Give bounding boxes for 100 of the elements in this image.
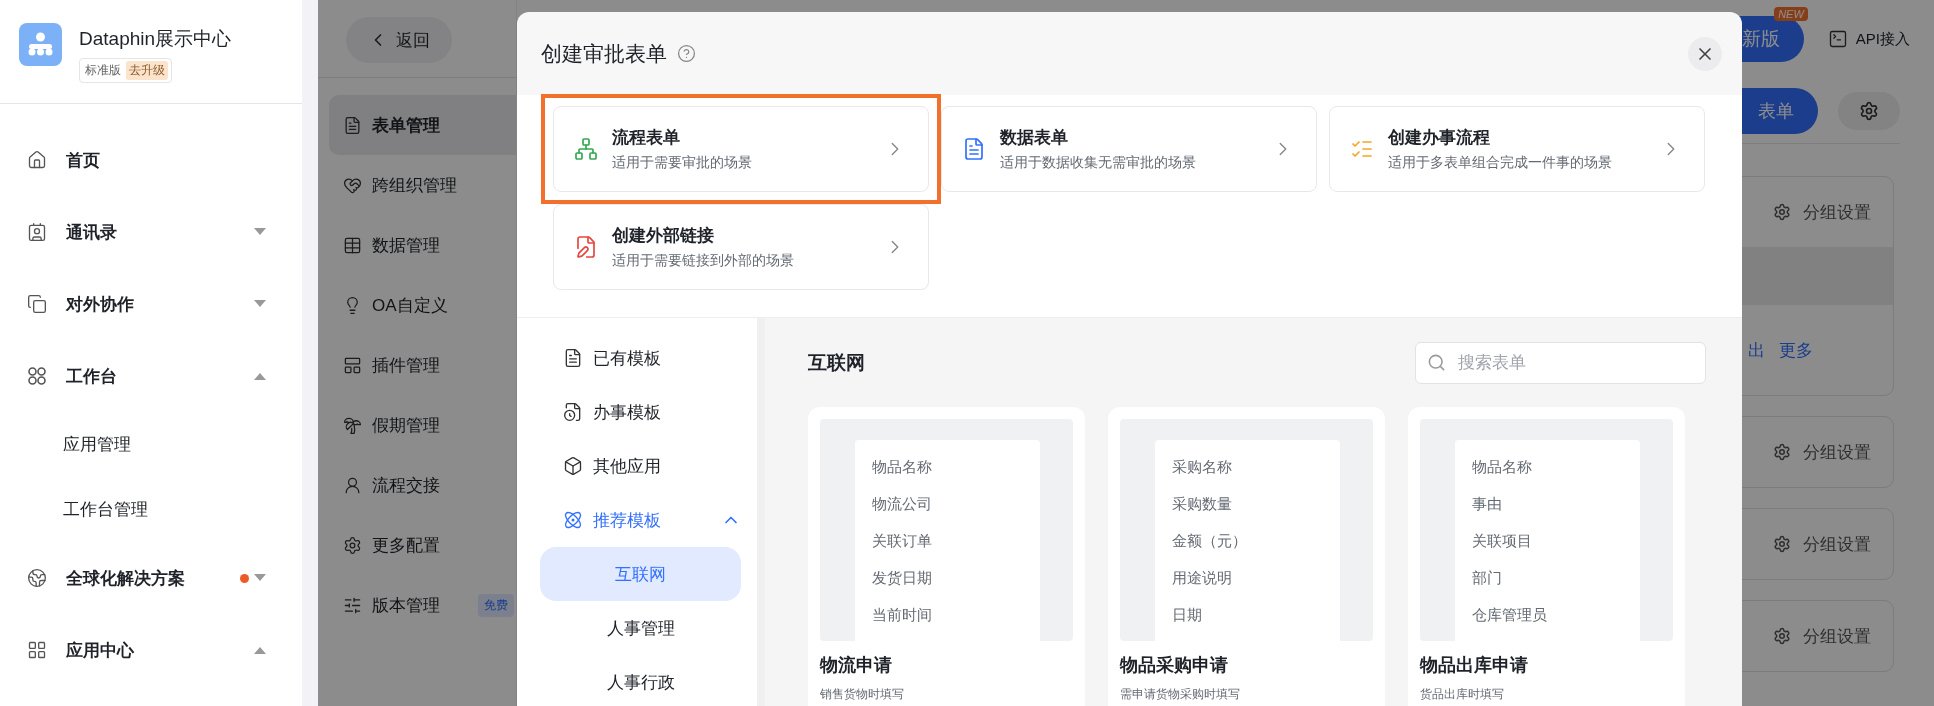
template-title: 物品出库申请 — [1420, 654, 1529, 677]
nav-item-label: 假期管理 — [372, 414, 440, 437]
document-icon — [962, 137, 986, 161]
form-type-title: 数据表单 — [1000, 127, 1069, 149]
logo-icon — [19, 23, 62, 66]
home-icon — [27, 150, 47, 170]
nav-item[interactable]: 假期管理 — [329, 395, 516, 455]
action-link[interactable]: 更多 — [1779, 338, 1813, 362]
nav-item[interactable]: 插件管理 — [329, 335, 516, 395]
preview-field-label: 物品名称 — [872, 457, 933, 477]
sidebar-item[interactable]: 首页 — [0, 124, 302, 196]
settings-icon — [1773, 535, 1791, 553]
nav-item[interactable]: 数据管理 — [329, 215, 516, 275]
template-subcategory[interactable]: 人事行政 — [540, 655, 741, 706]
nav-item-label: 跨组织管理 — [372, 174, 457, 197]
preview-field-label: 关联项目 — [1472, 531, 1533, 551]
action-link[interactable]: 出 — [1748, 338, 1765, 362]
form-type-title: 流程表单 — [612, 127, 681, 149]
form-type-card[interactable]: 创建外部链接 适用于需要链接到外部的场景 — [553, 204, 929, 290]
template-subcategory[interactable]: 人事管理 — [540, 601, 741, 655]
nav-item[interactable]: 版本管理 免费 — [329, 575, 516, 635]
form-type-card[interactable]: 数据表单 适用于数据收集无需审批的场景 — [941, 106, 1317, 192]
group-settings-link[interactable]: 分组设置 — [1773, 509, 1893, 579]
form-type-title: 创建办事流程 — [1388, 127, 1491, 149]
trial-badge: 免费 — [478, 593, 514, 617]
form-type-description: 适用于多表单组合完成一件事的场景 — [1388, 154, 1613, 172]
nav-item[interactable]: 表单管理 — [329, 95, 516, 155]
preview-field-label: 用途说明 — [1172, 568, 1233, 588]
category-heading: 互联网 — [808, 351, 865, 375]
preview-field-label: 当前时间 — [872, 605, 933, 625]
nav-item[interactable]: 流程交接 — [329, 455, 516, 515]
sidebar-item[interactable]: 应用中心 — [0, 614, 302, 686]
template-title: 物流申请 — [820, 654, 893, 677]
template-description: 销售货物时填写 — [820, 686, 905, 703]
preview-field-label: 日期 — [1172, 605, 1203, 625]
settings-icon — [1773, 203, 1791, 221]
dialog-title: 创建审批表单 — [541, 40, 667, 67]
document-clock-icon — [563, 402, 583, 422]
template-category[interactable]: 已有模板 — [540, 331, 741, 385]
close-button[interactable] — [1688, 36, 1722, 71]
search-field[interactable]: 搜索表单 — [1415, 342, 1706, 384]
atom-icon — [563, 510, 583, 530]
template-title: 物品采购申请 — [1120, 654, 1229, 677]
settings-icon — [343, 535, 362, 555]
template-card[interactable]: 物品名称 事由 关联项目 部门 仓库管理员 物品出库申请 货品出库时填写 — [1408, 407, 1685, 706]
group-settings-link[interactable]: 分组设置 — [1773, 177, 1893, 247]
group-settings-link[interactable]: 分组设置 — [1773, 601, 1893, 671]
preview-field-label: 金额（元） — [1172, 531, 1248, 551]
preview-field-label: 事由 — [1472, 494, 1503, 514]
panels-icon — [343, 355, 362, 375]
template-card[interactable]: 采购名称 采购数量 金额（元） 用途说明 日期 物品采购申请 需申请货物采购时填写 — [1108, 407, 1385, 706]
form-type-card[interactable]: 创建办事流程 适用于多表单组合完成一件事的场景 — [1329, 106, 1705, 192]
nav-item[interactable]: OA自定义 — [329, 275, 516, 335]
form-type-description: 适用于需要审批的场景 — [612, 154, 753, 172]
nav-item-label: 插件管理 — [372, 354, 440, 377]
preview-field-label: 发货日期 — [872, 568, 933, 588]
palm-tree-icon — [343, 415, 362, 435]
sidebar-item[interactable]: 全球化解决方案 — [0, 542, 302, 614]
circles-grid-icon — [27, 366, 47, 386]
sidebar-item[interactable]: 通讯录 — [0, 196, 302, 268]
template-description: 货品出库时填写 — [1420, 686, 1505, 703]
form-type-description: 适用于需要链接到外部的场景 — [612, 252, 795, 270]
nav-item-label: 数据管理 — [372, 234, 440, 257]
nav-item[interactable]: 更多配置 — [329, 515, 516, 575]
cube-icon — [563, 456, 583, 476]
group-settings-link[interactable]: 分组设置 — [1773, 417, 1893, 487]
preview-field-label: 关联订单 — [872, 531, 933, 551]
preview-field-label: 仓库管理员 — [1472, 605, 1548, 625]
user-icon — [343, 475, 362, 495]
back-button[interactable]: 返回 — [346, 17, 452, 63]
template-category[interactable]: 推荐模板 — [540, 493, 741, 547]
template-card[interactable]: 物品名称 物流公司 关联订单 发货日期 当前时间 物流申请 销售货物时填写 — [808, 407, 1085, 706]
preview-field-label: 采购名称 — [1172, 457, 1233, 477]
sidebar-subitem[interactable]: 应用管理 — [0, 412, 302, 477]
signed-document-icon — [574, 235, 598, 259]
preview-field-label: 采购数量 — [1172, 494, 1233, 514]
document-icon — [563, 348, 583, 368]
settings-button[interactable] — [1838, 91, 1900, 130]
settings-icon — [1773, 443, 1791, 461]
search-icon — [1427, 353, 1446, 372]
upgrade-link[interactable]: 去升级 — [126, 61, 168, 80]
api-link[interactable]: API接入 — [1827, 29, 1910, 49]
template-subcategory[interactable]: 互联网 — [540, 547, 741, 601]
flowchart-document-icon — [574, 137, 598, 161]
settings-icon — [1773, 627, 1791, 645]
template-category[interactable]: 办事模板 — [540, 385, 741, 439]
organization-name: Dataphin展示中心 — [79, 27, 232, 51]
new-badge: NEW — [1774, 7, 1808, 21]
help-icon[interactable] — [677, 44, 696, 63]
sliders-icon — [343, 595, 362, 615]
grid-icon — [27, 640, 47, 660]
sidebar-subitem[interactable]: 工作台管理 — [0, 477, 302, 542]
form-type-card[interactable]: 流程表单 适用于需要审批的场景 — [553, 106, 929, 192]
nav-item-label: 更多配置 — [372, 534, 440, 557]
sidebar-item[interactable]: 工作台 — [0, 340, 302, 412]
globe-icon — [27, 568, 47, 588]
template-category[interactable]: 其他应用 — [540, 439, 741, 493]
terminal-icon — [1827, 29, 1848, 49]
nav-item[interactable]: 跨组织管理 — [329, 155, 516, 215]
sidebar-item[interactable]: 对外协作 — [0, 268, 302, 340]
